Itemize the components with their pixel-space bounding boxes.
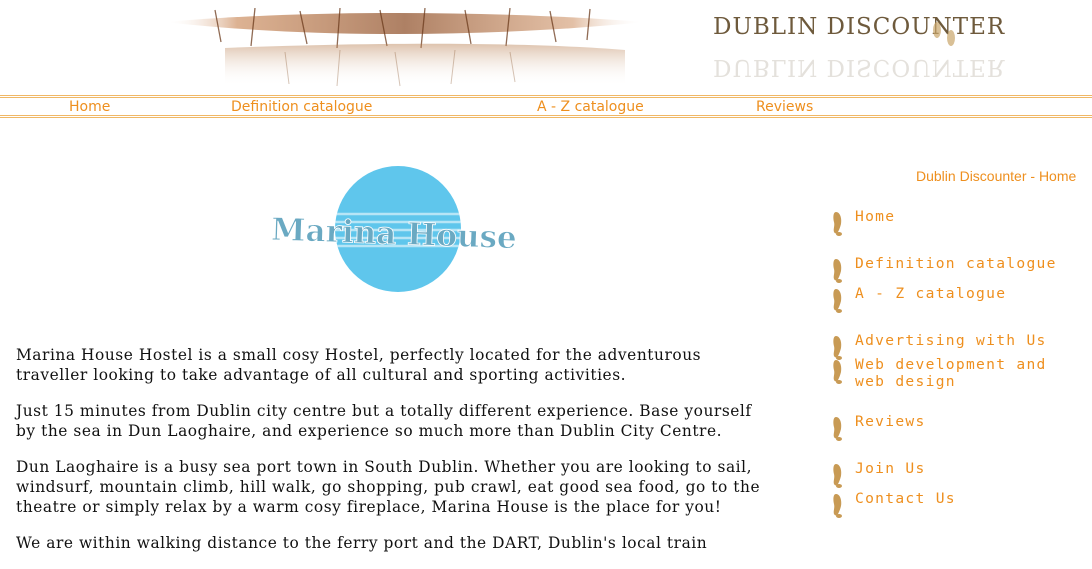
- nav-link-home[interactable]: Home: [69, 99, 110, 115]
- content-paragraph: We are within walking distance to the fe…: [16, 534, 708, 552]
- footprints-icon: [933, 22, 955, 46]
- marina-house-logo-text: Marina House: [272, 212, 517, 257]
- header-banner: DUBLIN DISCOUNTER DUBLIN DISCOUNTER: [0, 0, 1092, 95]
- nav-link-definition-catalogue[interactable]: Definition catalogue: [231, 99, 372, 115]
- sidebar-item-label: Advertising with Us: [855, 332, 1047, 349]
- main-content: Marina House Hostel is a small cosy Host…: [16, 345, 766, 569]
- footprint-icon: [833, 360, 842, 384]
- footprint-icon: [833, 289, 842, 313]
- footprint-icon: [833, 464, 842, 488]
- footprint-icon: [833, 336, 842, 360]
- sidebar-item-label: Contact Us: [855, 490, 956, 507]
- content-paragraph: Just 15 minutes from Dublin city centre …: [16, 402, 752, 440]
- content-paragraph: Marina House Hostel is a small cosy Host…: [16, 346, 702, 384]
- marina-house-logo: Marina House: [272, 166, 518, 292]
- sidebar-item-label: Join Us: [855, 460, 926, 477]
- content-paragraph: Dun Laoghaire is a busy sea port town in…: [16, 458, 761, 516]
- footprint-icon: [833, 494, 842, 518]
- footprint-icon: [833, 417, 842, 441]
- sidebar-item-label: Home: [855, 208, 896, 225]
- sidebar-item-label: Definition catalogue: [855, 255, 1057, 272]
- footprint-icon: [833, 259, 842, 283]
- site-logo-reflection: DUBLIN DISCOUNTER: [713, 54, 1006, 80]
- tree-banner-image: [165, 8, 645, 87]
- sidebar-item-label: Reviews: [855, 413, 926, 430]
- sidebar-title[interactable]: Dublin Discounter - Home: [916, 168, 1092, 184]
- nav-link-a-z-catalogue[interactable]: A - Z catalogue: [537, 99, 644, 115]
- sidebar-item-label: Web development and web design: [855, 356, 1047, 390]
- nav-link-reviews[interactable]: Reviews: [756, 99, 813, 115]
- top-nav-bar: Home Definition catalogue A - Z catalogu…: [0, 95, 1092, 118]
- sidebar-item-label: A - Z catalogue: [855, 285, 1007, 302]
- footprint-icon: [833, 212, 842, 236]
